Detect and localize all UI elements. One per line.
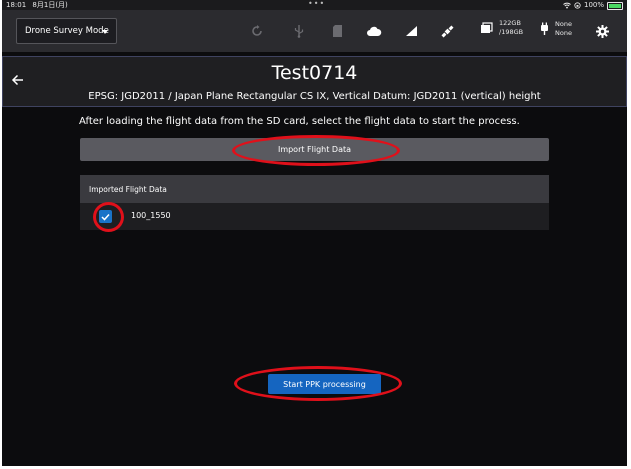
cloud-icon (365, 22, 383, 40)
gear-icon[interactable] (593, 22, 611, 40)
sd-card-icon (328, 22, 346, 40)
battery-icon (607, 1, 623, 10)
wifi-icon (563, 2, 571, 8)
signal-icon (402, 22, 420, 40)
satellite-icon (438, 22, 456, 40)
storage-status: 122GB /198GB (480, 19, 523, 37)
status-time-value: 18:01 (6, 1, 27, 9)
battery-status: None None (540, 20, 572, 38)
rotation-lock-icon (574, 1, 581, 9)
flight-data-checkbox[interactable] (99, 210, 112, 223)
import-flight-data-button[interactable]: Import Flight Data (80, 138, 549, 161)
storage-total: /198GB (499, 28, 524, 36)
storage-icon (481, 22, 493, 33)
mode-select[interactable]: Drone Survey Mode (16, 18, 117, 44)
multitask-dots[interactable]: ••• (308, 0, 325, 9)
flight-data-label: 100_1550 (131, 211, 171, 220)
flight-data-row[interactable]: 100_1550 (80, 203, 549, 230)
status-bar: 18:01 8月1日(月) ••• 100% (2, 0, 627, 10)
battery-plug-icon (541, 22, 548, 35)
mode-select-label: Drone Survey Mode (25, 26, 109, 36)
imported-list-header: Imported Flight Data (80, 175, 549, 203)
page-title: Test0714 (271, 62, 358, 84)
refresh-icon (248, 22, 266, 40)
status-right: 100% (563, 0, 623, 10)
chevron-down-icon (102, 30, 108, 34)
checkmark-icon (101, 213, 110, 221)
project-header: Test0714 EPSG: JGD2011 / Japan Plane Rec… (2, 56, 627, 107)
start-ppk-button[interactable]: Start PPK processing (268, 374, 381, 394)
battery-percent: 100% (583, 1, 604, 9)
instruction-text: After loading the flight data from the S… (79, 116, 520, 127)
usb-icon (290, 22, 308, 40)
battery-line-1: None (555, 20, 572, 28)
status-date: 8月1日(月) (32, 1, 68, 9)
device-screen: 18:01 8月1日(月) ••• 100% Drone Survey Mode (2, 0, 627, 466)
battery-line-2: None (555, 29, 572, 37)
storage-used: 122GB (499, 19, 521, 27)
status-time: 18:01 8月1日(月) (6, 0, 68, 10)
top-toolbar: Drone Survey Mode 122GB /198GB None None (2, 10, 627, 52)
crs-subtitle: EPSG: JGD2011 / Japan Plane Rectangular … (88, 91, 541, 102)
